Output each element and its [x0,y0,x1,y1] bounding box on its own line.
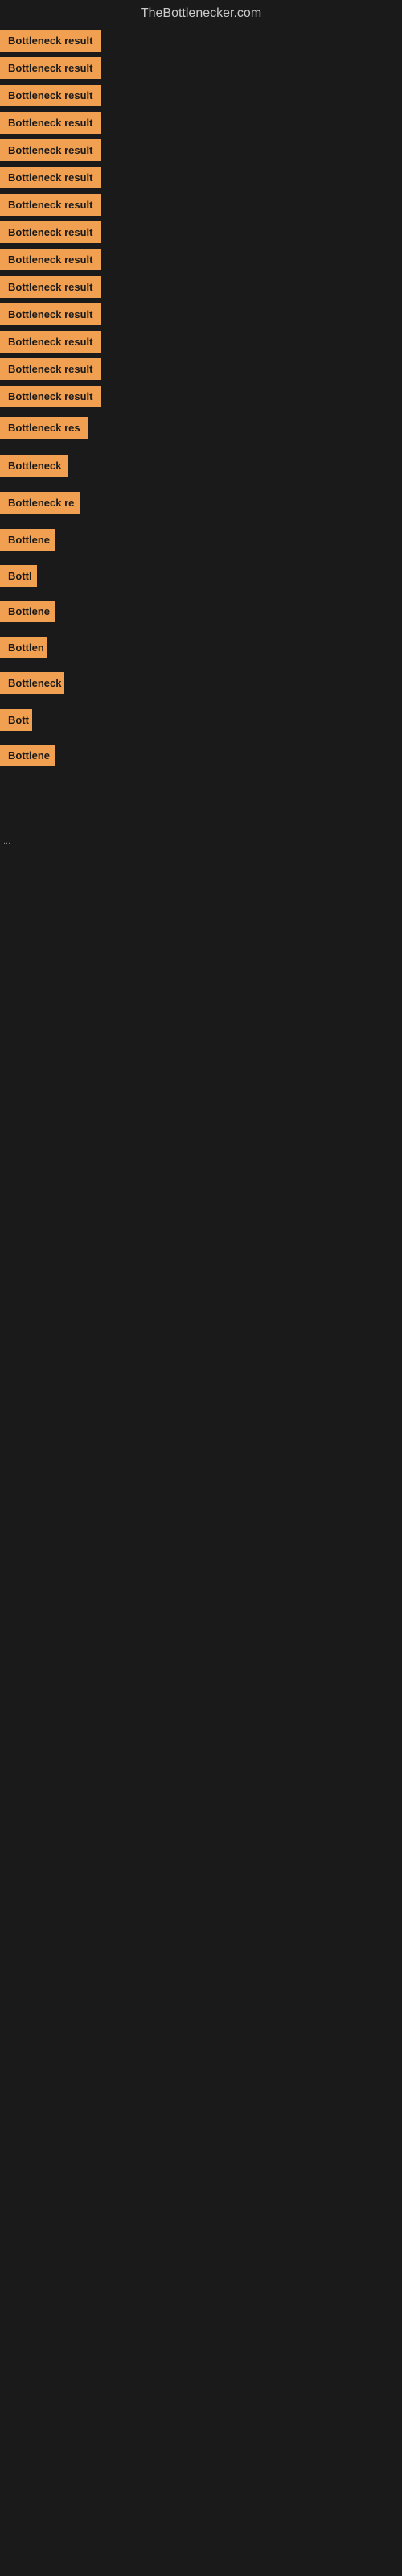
list-item: Bottlene [0,529,402,555]
bottleneck-badge[interactable]: Bottleneck [0,672,64,694]
bottleneck-badge[interactable]: Bottleneck result [0,331,100,353]
ellipsis: ... [3,836,10,846]
bottleneck-badge[interactable]: Bottleneck result [0,358,100,380]
bottleneck-badge[interactable]: Bottleneck result [0,249,100,270]
list-item: Bottleneck result [0,171,402,185]
bottleneck-badge[interactable]: Bottlen [0,637,47,658]
bottleneck-badge[interactable]: Bottleneck result [0,139,100,161]
bottleneck-badge[interactable]: Bottleneck result [0,221,100,243]
bottleneck-badge[interactable]: Bottleneck result [0,194,100,216]
bottleneck-badge[interactable]: Bott [0,709,32,731]
list-item: Bott [0,709,402,735]
list-item: Bottleneck result [0,390,402,404]
bottleneck-badge[interactable]: Bottl [0,565,37,587]
list-item: Bottleneck result [0,89,402,103]
list-item: Bottleneck result [0,308,402,322]
site-header: TheBottlenecker.com [0,0,402,31]
list-item: Bottleneck re [0,492,402,518]
list-item: Bottleneck result [0,253,402,267]
list-item: Bottleneck result [0,116,402,130]
bottleneck-badge[interactable]: Bottlene [0,529,55,551]
bottleneck-badge[interactable]: Bottleneck result [0,57,100,79]
bottleneck-badge[interactable]: Bottleneck re [0,492,80,514]
list-item: Bottl [0,565,402,591]
bottleneck-badge[interactable]: Bottleneck result [0,112,100,134]
list-item: Bottlene [0,601,402,626]
list-item: Bottleneck res [0,417,402,443]
list-item: Bottleneck result [0,61,402,76]
list-item: Bottleneck result [0,143,402,158]
bottleneck-badge[interactable]: Bottleneck res [0,417,88,439]
bottom-section: ... [0,782,402,1265]
list-item: Bottleneck result [0,335,402,349]
list-item: Bottleneck result [0,198,402,213]
bottleneck-badge[interactable]: Bottleneck result [0,276,100,298]
list-item: Bottleneck result [0,362,402,377]
bottleneck-badge[interactable]: Bottleneck result [0,386,100,407]
bottleneck-badge[interactable]: Bottleneck result [0,303,100,325]
bottleneck-list: Bottleneck result Bottleneck result Bott… [0,31,402,770]
bottleneck-badge[interactable]: Bottleneck result [0,85,100,106]
bottleneck-badge[interactable]: Bottleneck result [0,167,100,188]
bottleneck-badge[interactable]: Bottlene [0,745,55,766]
bottleneck-badge[interactable]: Bottlene [0,601,55,622]
bottleneck-badge[interactable]: Bottleneck [0,455,68,477]
list-item: Bottleneck [0,672,402,698]
list-item: Bottleneck [0,455,402,481]
site-title: TheBottlenecker.com [141,6,261,20]
bottleneck-badge[interactable]: Bottleneck result [0,30,100,52]
list-item: Bottlene [0,745,402,770]
list-item: Bottleneck result [0,225,402,240]
list-item: Bottleneck result [0,34,402,48]
list-item: Bottleneck result [0,280,402,295]
list-item: Bottlen [0,637,402,663]
